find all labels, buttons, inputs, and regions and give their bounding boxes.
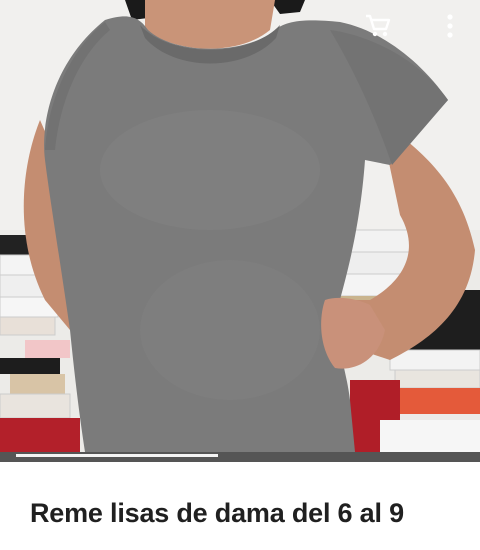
shopping-cart-icon[interactable] [362, 10, 394, 42]
product-title: Reme lisas de dama del 6 al 9 [30, 498, 404, 528]
more-vertical-icon[interactable] [434, 10, 466, 42]
top-toolbar [362, 10, 466, 42]
gallery-progress-bar [0, 452, 480, 462]
gallery-progress-fill [16, 454, 218, 457]
product-image[interactable] [0, 0, 480, 452]
product-photo [0, 0, 480, 452]
